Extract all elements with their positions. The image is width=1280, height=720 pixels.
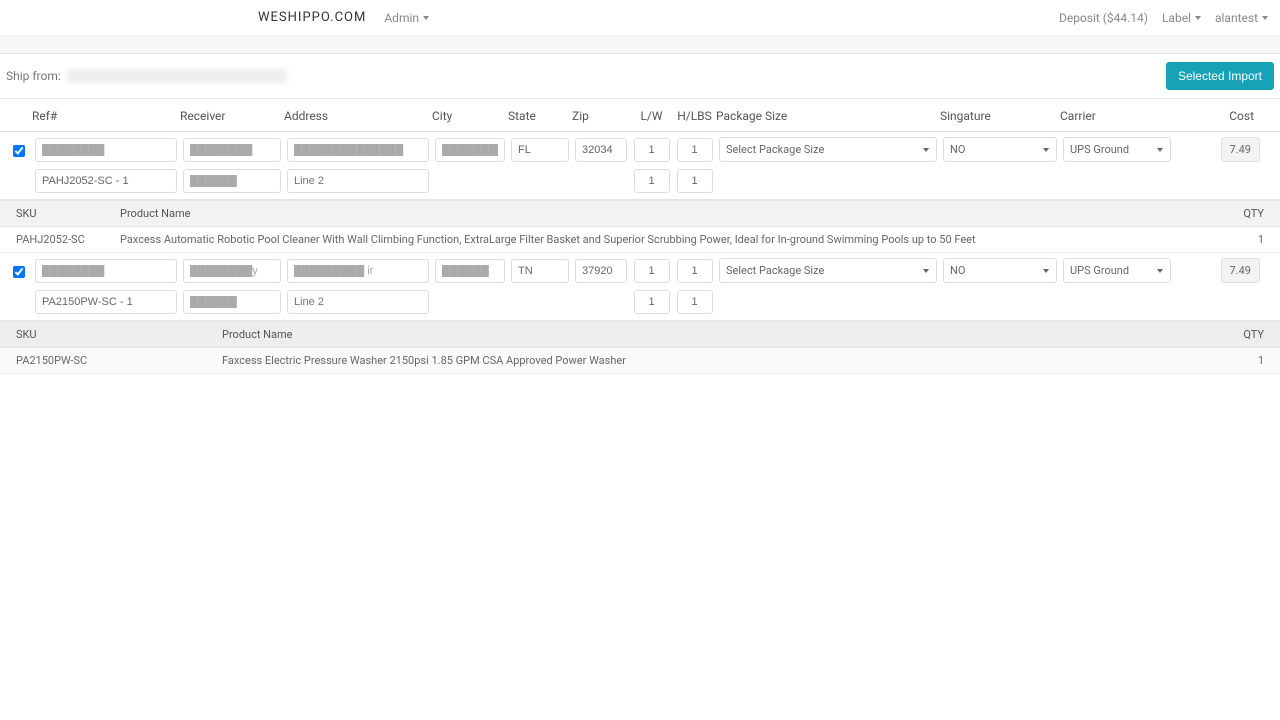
orders-table-head: Ref# Receiver Address City State Zip L/W… [0, 99, 1280, 132]
signature-select[interactable]: NO [943, 137, 1057, 162]
sku-th-name: Product Name [222, 328, 1204, 341]
caret-down-icon [1262, 16, 1268, 20]
sku-th-sku: SKU [16, 328, 222, 341]
sku-th-qty: QTY [1204, 207, 1264, 220]
width-input[interactable] [634, 169, 670, 193]
nav-user-text: alantest [1215, 11, 1258, 25]
nav-label-dropdown[interactable]: Label [1162, 11, 1201, 25]
zip-input[interactable] [575, 259, 627, 283]
address2-input[interactable] [287, 290, 429, 314]
sku-th-sku: SKU [16, 207, 120, 220]
order-checkbox[interactable] [13, 145, 25, 157]
receiver-input[interactable] [183, 138, 281, 162]
selected-import-button[interactable]: Selected Import [1166, 62, 1274, 90]
nav-admin-dropdown[interactable]: Admin [384, 11, 429, 25]
sku-header: SKU Product Name QTY [0, 321, 1280, 348]
sku-cell-sku: PA2150PW-SC [16, 354, 222, 367]
sku-header: SKU Product Name QTY [0, 200, 1280, 227]
order-row-group: Select Package Size NO UPS Ground 7.49 [0, 132, 1280, 200]
order-checkbox[interactable] [13, 266, 25, 278]
city-input[interactable] [435, 138, 505, 162]
navbar: WESHIPPO.COM Admin Deposit ($44.14) Labe… [0, 0, 1280, 36]
th-package: Package Size [716, 109, 940, 123]
nav-deposit-link[interactable]: Deposit ($44.14) [1059, 11, 1148, 25]
city-input[interactable] [435, 259, 505, 283]
signature-select[interactable]: NO [943, 258, 1057, 283]
zip-input[interactable] [575, 138, 627, 162]
th-lw: L/W [630, 109, 673, 123]
nav-label-text: Label [1162, 11, 1191, 25]
lbs-input[interactable] [677, 290, 713, 314]
sku-th-name: Product Name [120, 207, 1204, 220]
caret-down-icon [1195, 16, 1201, 20]
carrier-select[interactable]: UPS Ground [1063, 137, 1171, 162]
state-input[interactable] [511, 138, 569, 162]
receiver2-input[interactable] [183, 169, 281, 193]
nav-admin-label: Admin [384, 11, 419, 25]
address-input[interactable] [287, 138, 429, 162]
length-input[interactable] [634, 259, 670, 283]
th-zip: Zip [572, 109, 630, 123]
sku-cell-qty: 1 [1204, 233, 1264, 246]
address-input[interactable] [287, 259, 429, 283]
th-signature: Singature [940, 109, 1060, 123]
sku-cell-name: Faxcess Electric Pressure Washer 2150psi… [222, 354, 1204, 367]
address2-input[interactable] [287, 169, 429, 193]
th-carrier: Carrier [1060, 109, 1174, 123]
th-cost: Cost [1174, 109, 1274, 123]
height-input[interactable] [677, 259, 713, 283]
sub-bar [0, 36, 1280, 54]
order-row-group: Select Package Size NO UPS Ground 7.49 [0, 253, 1280, 321]
th-hlbs: H/LBS [673, 109, 716, 123]
th-city: City [432, 109, 508, 123]
carrier-select[interactable]: UPS Ground [1063, 258, 1171, 283]
brand-logo[interactable]: WESHIPPO.COM [258, 10, 366, 25]
nav-right: Deposit ($44.14) Label alantest [1045, 11, 1268, 25]
sku-cell-name: Paxcess Automatic Robotic Pool Cleaner W… [120, 233, 1204, 246]
lbs-input[interactable] [677, 169, 713, 193]
package-size-select[interactable]: Select Package Size [719, 137, 937, 162]
ref-input[interactable] [35, 259, 177, 283]
ref-input[interactable] [35, 138, 177, 162]
cost-value: 7.49 [1221, 137, 1260, 162]
package-size-select[interactable]: Select Package Size [719, 258, 937, 283]
th-address: Address [284, 109, 432, 123]
width-input[interactable] [634, 290, 670, 314]
ref2-input[interactable] [35, 290, 177, 314]
caret-down-icon [423, 16, 429, 20]
receiver2-input[interactable] [183, 290, 281, 314]
state-input[interactable] [511, 259, 569, 283]
ref2-input[interactable] [35, 169, 177, 193]
th-state: State [508, 109, 572, 123]
th-receiver: Receiver [180, 109, 284, 123]
ship-from-label: Ship from: [6, 69, 61, 83]
sku-cell-qty: 1 [1204, 354, 1264, 367]
sku-row: PA2150PW-SC Faxcess Electric Pressure Wa… [0, 348, 1280, 374]
cost-value: 7.49 [1221, 258, 1260, 283]
receiver-input[interactable] [183, 259, 281, 283]
height-input[interactable] [677, 138, 713, 162]
action-row: Ship from: Selected Import [0, 54, 1280, 99]
nav-user-dropdown[interactable]: alantest [1215, 11, 1268, 25]
ship-from-value-redacted [67, 69, 287, 83]
sku-cell-sku: PAHJ2052-SC [16, 233, 120, 246]
th-ref: Ref# [32, 109, 180, 123]
length-input[interactable] [634, 138, 670, 162]
sku-th-qty: QTY [1204, 328, 1264, 341]
sku-row: PAHJ2052-SC Paxcess Automatic Robotic Po… [0, 227, 1280, 253]
